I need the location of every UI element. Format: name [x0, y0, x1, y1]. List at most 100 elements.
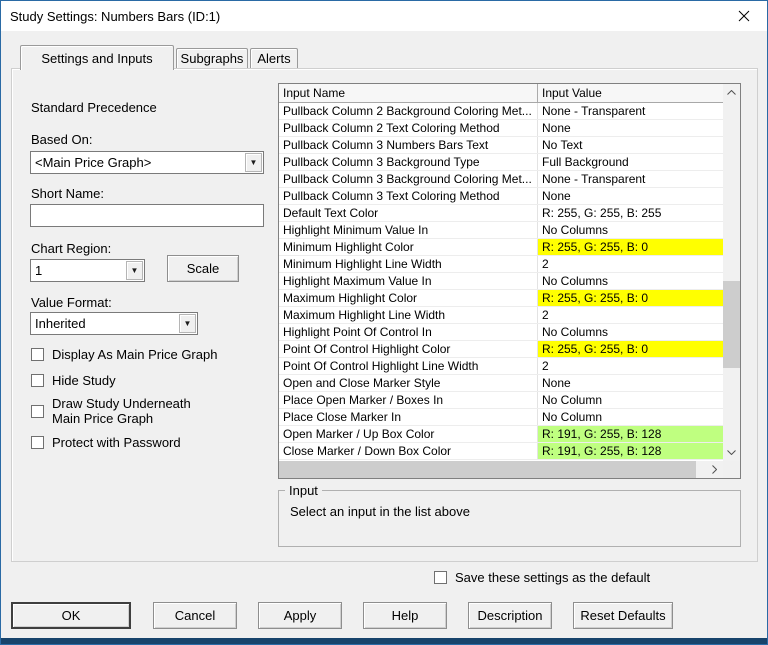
- table-row[interactable]: Minimum Highlight Color R: 255, G: 255, …: [279, 239, 723, 256]
- inputs-table: Input Name Input Value Pullback Column 2…: [278, 83, 741, 479]
- input-value-cell: R: 255, G: 255, B: 0: [538, 341, 723, 357]
- table-row[interactable]: Pullback Column 2 Text Coloring Method N…: [279, 120, 723, 137]
- input-name-cell: Place Close Marker In: [279, 409, 538, 425]
- chevron-right-icon: [712, 465, 717, 474]
- inputs-table-body: Pullback Column 2 Background Coloring Me…: [279, 103, 723, 460]
- checkbox-box[interactable]: [31, 374, 44, 387]
- input-value-cell: R: 255, G: 255, B: 0: [538, 290, 723, 306]
- input-value-cell: No Columns: [542, 274, 609, 288]
- table-row[interactable]: Place Close Marker In No Column: [279, 409, 723, 426]
- checkbox-box[interactable]: [31, 404, 44, 418]
- chart-region-value: 1: [35, 263, 43, 278]
- scroll-down-button[interactable]: [723, 444, 740, 461]
- scroll-up-button[interactable]: [723, 84, 740, 101]
- table-row[interactable]: Pullback Column 3 Numbers Bars Text No T…: [279, 137, 723, 154]
- table-row[interactable]: Place Open Marker / Boxes In No Column: [279, 392, 723, 409]
- description-button[interactable]: Description: [468, 602, 552, 629]
- tab-label: Alerts: [257, 51, 291, 66]
- scroll-right-button[interactable]: [706, 461, 723, 478]
- checkbox-label: Display As Main Price Graph: [52, 347, 218, 362]
- input-value-cell: No Columns: [542, 223, 609, 237]
- table-row[interactable]: Point Of Control Highlight Color R: 255,…: [279, 341, 723, 358]
- input-name-cell: Pullback Column 2 Text Coloring Method: [279, 120, 538, 136]
- based-on-value: <Main Price Graph>: [35, 155, 152, 170]
- value-format-value: Inherited: [35, 316, 86, 331]
- reset-defaults-button[interactable]: Reset Defaults: [573, 602, 673, 629]
- horizontal-scrollbar[interactable]: [279, 461, 723, 478]
- table-row[interactable]: Open Marker / Up Box Color R: 191, G: 25…: [279, 426, 723, 443]
- scale-button[interactable]: Scale: [167, 255, 239, 282]
- chart-region-select[interactable]: 1 ▼: [30, 259, 145, 282]
- apply-button[interactable]: Apply: [258, 602, 342, 629]
- dropdown-arrow-icon[interactable]: ▼: [179, 314, 196, 333]
- input-value-cell: No Columns: [542, 325, 609, 339]
- input-name-cell: Pullback Column 3 Background Type: [279, 154, 538, 170]
- table-row[interactable]: Close Marker / Down Box Color R: 191, G:…: [279, 443, 723, 460]
- table-row[interactable]: Minimum Highlight Line Width 2: [279, 256, 723, 273]
- save-default-checkbox[interactable]: Save these settings as the default: [434, 570, 650, 585]
- checkbox-box[interactable]: [31, 348, 44, 361]
- table-row[interactable]: Point Of Control Highlight Line Width 2: [279, 358, 723, 375]
- checkbox-box[interactable]: [31, 436, 44, 449]
- close-icon: [738, 10, 749, 22]
- column-header-input-value[interactable]: Input Value: [538, 84, 723, 102]
- help-button[interactable]: Help: [363, 602, 447, 629]
- column-header-input-name[interactable]: Input Name: [279, 84, 538, 102]
- cancel-button[interactable]: Cancel: [153, 602, 237, 629]
- table-row[interactable]: Highlight Maximum Value In No Columns: [279, 273, 723, 290]
- short-name-label: Short Name:: [31, 186, 104, 201]
- input-name-cell: Minimum Highlight Line Width: [279, 256, 538, 272]
- table-row[interactable]: Pullback Column 3 Text Coloring Method N…: [279, 188, 723, 205]
- checkbox-box[interactable]: [434, 571, 447, 584]
- checkbox-hide-study[interactable]: Hide Study: [31, 373, 116, 388]
- horizontal-scrollbar-thumb[interactable]: [279, 461, 696, 478]
- input-value-cell: R: 255, G: 255, B: 255: [542, 206, 662, 220]
- table-row[interactable]: Pullback Column 2 Background Coloring Me…: [279, 103, 723, 120]
- standard-precedence-label: Standard Precedence: [31, 100, 157, 115]
- input-name-cell: Point Of Control Highlight Color: [279, 341, 538, 357]
- close-button[interactable]: [721, 1, 766, 31]
- input-name-cell: Pullback Column 3 Background Coloring Me…: [279, 171, 538, 187]
- input-value-cell: R: 191, G: 255, B: 128: [538, 443, 723, 459]
- input-value-cell: None: [542, 121, 571, 135]
- short-name-input[interactable]: [30, 204, 264, 227]
- checkbox-display-as-main-price-graph[interactable]: Display As Main Price Graph: [31, 347, 217, 362]
- vertical-scrollbar[interactable]: [723, 84, 740, 461]
- study-settings-dialog: Study Settings: Numbers Bars (ID:1) Sett…: [0, 0, 768, 645]
- input-value-cell: No Column: [542, 393, 603, 407]
- input-name-cell: Place Open Marker / Boxes In: [279, 392, 538, 408]
- input-name-cell: Highlight Point Of Control In: [279, 324, 538, 340]
- dropdown-arrow-icon[interactable]: ▼: [245, 153, 262, 172]
- input-value-cell: R: 255, G: 255, B: 0: [538, 239, 723, 255]
- dropdown-arrow-icon[interactable]: ▼: [126, 261, 143, 280]
- input-name-cell: Default Text Color: [279, 205, 538, 221]
- input-value-cell: None: [542, 189, 571, 203]
- table-row[interactable]: Highlight Point Of Control In No Columns: [279, 324, 723, 341]
- checkbox-draw-study-underneath[interactable]: Draw Study Underneath Main Price Graph: [31, 396, 204, 426]
- window-title: Study Settings: Numbers Bars (ID:1): [10, 9, 221, 24]
- based-on-label: Based On:: [31, 132, 93, 147]
- table-row[interactable]: Open and Close Marker Style None: [279, 375, 723, 392]
- table-row[interactable]: Pullback Column 3 Background Coloring Me…: [279, 171, 723, 188]
- based-on-select[interactable]: <Main Price Graph> ▼: [30, 151, 264, 174]
- checkbox-protect-with-password[interactable]: Protect with Password: [31, 435, 181, 450]
- inputs-table-header[interactable]: Input Name Input Value: [279, 84, 723, 103]
- titlebar: Study Settings: Numbers Bars (ID:1): [1, 1, 767, 31]
- vertical-scrollbar-thumb[interactable]: [723, 281, 740, 368]
- table-row[interactable]: Maximum Highlight Color R: 255, G: 255, …: [279, 290, 723, 307]
- input-name-cell: Pullback Column 3 Numbers Bars Text: [279, 137, 538, 153]
- tab-subgraphs[interactable]: Subgraphs: [176, 48, 248, 68]
- table-row[interactable]: Highlight Minimum Value In No Columns: [279, 222, 723, 239]
- table-row[interactable]: Pullback Column 3 Background Type Full B…: [279, 154, 723, 171]
- input-name-cell: Point Of Control Highlight Line Width: [279, 358, 538, 374]
- ok-button[interactable]: OK: [11, 602, 131, 629]
- scrollbar-corner: [723, 461, 740, 478]
- checkbox-label: Protect with Password: [52, 435, 181, 450]
- table-row[interactable]: Default Text Color R: 255, G: 255, B: 25…: [279, 205, 723, 222]
- value-format-select[interactable]: Inherited ▼: [30, 312, 198, 335]
- input-value-cell: None - Transparent: [542, 172, 646, 186]
- tab-settings-and-inputs[interactable]: Settings and Inputs: [20, 45, 174, 70]
- input-name-cell: Highlight Maximum Value In: [279, 273, 538, 289]
- tab-alerts[interactable]: Alerts: [250, 48, 298, 68]
- table-row[interactable]: Maximum Highlight Line Width 2: [279, 307, 723, 324]
